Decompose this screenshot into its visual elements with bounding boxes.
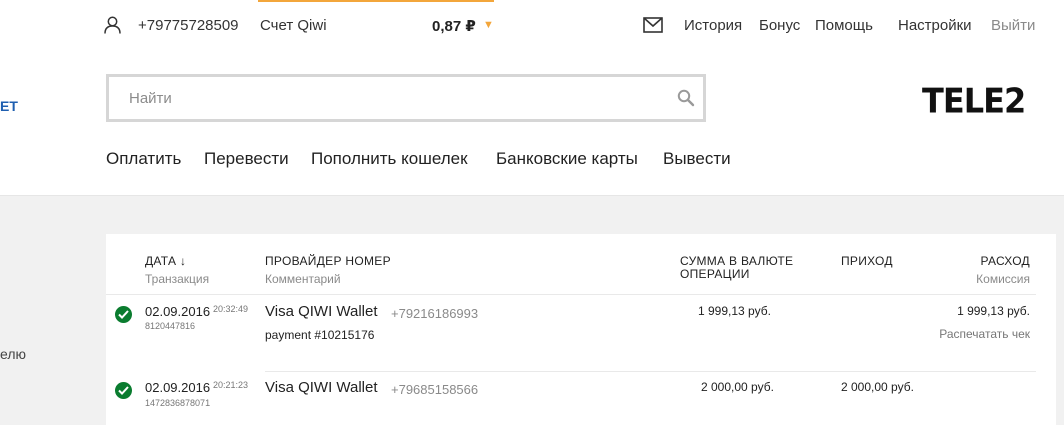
row-provider: Visa QIWI Wallet	[265, 303, 378, 320]
column-subheader-commission: Комиссия	[976, 272, 1030, 286]
row-divider	[265, 371, 1036, 372]
column-header-date[interactable]: ДАТА ↓	[145, 254, 186, 268]
column-subheader-transaction: Транзакция	[145, 272, 210, 286]
row-time: 20:32:49	[213, 304, 249, 314]
row-amount: 2 000,00 руб.	[701, 380, 774, 394]
left-panel-fragment: елю	[0, 346, 26, 362]
mail-icon[interactable]	[643, 17, 663, 38]
row-date: 02.09.2016	[145, 380, 211, 395]
row-provider: Visa QIWI Wallet	[265, 379, 378, 396]
row-comment: payment #10215176	[265, 328, 375, 342]
main-nav-bank-cards[interactable]: Банковские карты	[496, 149, 638, 169]
search-icon[interactable]	[677, 89, 695, 107]
row-divider	[106, 294, 1036, 295]
search-input[interactable]	[109, 77, 669, 119]
main-nav-pay[interactable]: Оплатить	[106, 149, 181, 169]
row-amount: 1 999,13 руб.	[698, 304, 771, 318]
row-number: +79216186993	[391, 306, 479, 321]
left-panel-fragment: ЕТ	[0, 98, 18, 114]
row-time: 20:21:23	[213, 380, 249, 390]
column-header-income: ПРИХОД	[841, 254, 893, 268]
nav-help-link[interactable]: Помощь	[815, 17, 873, 34]
search-box	[106, 74, 706, 122]
success-check-icon	[115, 306, 132, 323]
header: +79775728509 Счет Qiwi 0,87 ₽ ▼ История …	[0, 0, 1064, 196]
balance-dropdown-icon[interactable]: ▼	[483, 19, 494, 31]
nav-settings-link[interactable]: Настройки	[898, 17, 972, 34]
main-nav-transfer[interactable]: Перевести	[204, 149, 289, 169]
logout-link[interactable]: Выйти	[991, 17, 1035, 34]
column-subheader-comment: Комментарий	[265, 272, 341, 286]
balance-accent-bar	[258, 0, 494, 2]
row-income: 2 000,00 руб.	[841, 380, 914, 394]
user-phone[interactable]: +79775728509	[138, 17, 239, 34]
column-header-expense: РАСХОД	[980, 254, 1030, 268]
print-receipt-link[interactable]: Распечатать чек	[939, 327, 1030, 341]
main-nav-topup[interactable]: Пополнить кошелек	[311, 149, 468, 169]
nav-bonus-link[interactable]: Бонус	[759, 17, 800, 34]
column-header-provider: ПРОВАЙДЕР НОМЕР	[265, 254, 391, 268]
row-transaction-id: 8120447816	[145, 321, 196, 331]
user-icon[interactable]	[104, 16, 121, 39]
success-check-icon	[115, 382, 132, 399]
history-table: ДАТА ↓ Транзакция ПРОВАЙДЕР НОМЕР Коммен…	[106, 234, 1056, 425]
row-expense: 1 999,13 руб.	[957, 304, 1030, 318]
row-number: +79685158566	[391, 382, 479, 397]
row-transaction-id: 1472836878071	[145, 398, 211, 408]
nav-history-link[interactable]: История	[684, 17, 742, 34]
row-date: 02.09.2016	[145, 304, 211, 319]
account-label[interactable]: Счет Qiwi	[260, 17, 327, 34]
main-nav-withdraw[interactable]: Вывести	[663, 149, 731, 169]
balance-amount[interactable]: 0,87 ₽	[432, 17, 476, 35]
column-header-amount-line2: ОПЕРАЦИИ	[680, 267, 750, 281]
column-header-amount: СУММА В ВАЛЮТЕ	[680, 254, 794, 268]
tele2-logo[interactable]: TELE2	[922, 81, 1026, 121]
